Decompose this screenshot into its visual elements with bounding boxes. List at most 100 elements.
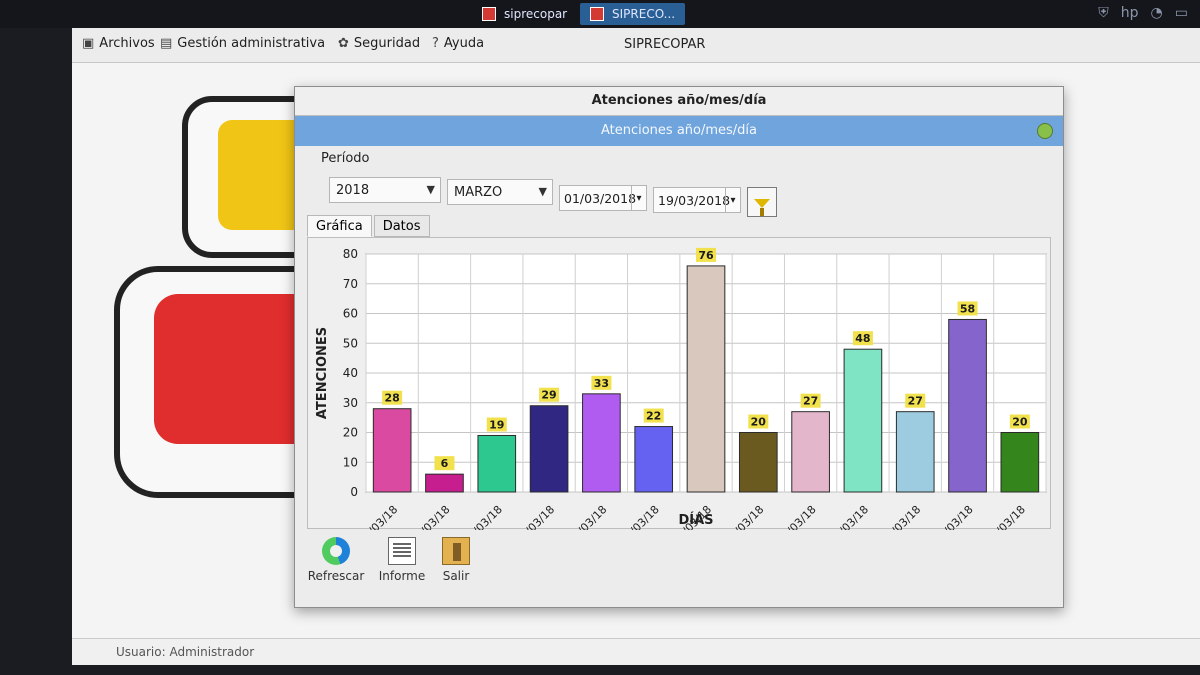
chevron-down-icon: ▼: [426, 183, 435, 196]
y-tick-label: 40: [343, 366, 358, 380]
close-icon[interactable]: [1037, 123, 1053, 139]
calendar-dropdown-icon[interactable]: ▾: [725, 188, 740, 212]
menu-seguridad[interactable]: ✿ Seguridad: [338, 36, 420, 51]
taskbar-item-label: SIPRECO...: [612, 7, 676, 21]
hp-icon: hp: [1120, 5, 1139, 21]
y-tick-label: 50: [343, 336, 358, 350]
bar-16-03-18: [1000, 432, 1040, 493]
data-label: 29: [541, 389, 556, 402]
x-tick-label: 09/03/18: [722, 503, 766, 530]
calendar-dropdown-icon[interactable]: ▾: [631, 186, 646, 210]
y-tick-label: 80: [343, 247, 358, 261]
x-tick-label: 05/03/18: [513, 503, 557, 530]
x-tick-label: 13/03/18: [827, 503, 871, 530]
data-label: 76: [698, 249, 714, 262]
x-axis-label: DÍAS: [678, 512, 713, 528]
shield-icon[interactable]: ⛨: [1098, 5, 1109, 21]
x-tick-label: 01/03/18: [356, 503, 400, 530]
refresh-button[interactable]: Refrescar: [299, 537, 373, 583]
data-label: 19: [489, 418, 504, 431]
chevron-down-icon: ▼: [538, 185, 547, 198]
bar-chart: 28 6 19 29 33 22 76 20 27 48 27 58 20 0 10 20 30 40 50 60 7…: [315, 247, 1047, 530]
y-axis-label: ATENCIONES: [315, 327, 330, 419]
bar-07-03-18: [634, 426, 674, 493]
dialog-subtitle-bar: Atenciones año/mes/día: [295, 116, 1063, 146]
bar-06-03-18: [582, 393, 621, 493]
taskbar-item-sipreco[interactable]: SIPRECO...: [580, 3, 686, 25]
x-tick-label: 06/03/18: [565, 503, 609, 530]
bar-05-03-18: [529, 405, 569, 493]
exit-icon: [442, 537, 470, 565]
data-label: 33: [594, 377, 609, 390]
battery-icon[interactable]: ▭: [1175, 5, 1188, 21]
y-tick-label: 20: [343, 426, 358, 440]
date-to-field[interactable]: 19/03/2018 ▾: [653, 187, 741, 213]
taskbar: siprecopar SIPRECO... ⛨ hp ◔ ▭: [0, 0, 1200, 28]
bar-12-03-18: [791, 411, 830, 493]
tab-label: Datos: [382, 218, 421, 234]
wifi-icon[interactable]: ◔: [1151, 5, 1163, 21]
menu-gestion-administrativa[interactable]: ▤ Gestión administrativa: [160, 36, 325, 51]
month-value: MARZO: [454, 184, 503, 200]
data-label: 28: [384, 392, 399, 405]
dialog-toolbar: Refrescar Informe Salir: [295, 531, 1063, 607]
status-user: Usuario: Administrador: [116, 645, 255, 659]
bar-14-03-18: [895, 411, 935, 493]
data-label: 6: [441, 457, 449, 470]
year-select[interactable]: 2018 ▼: [329, 177, 441, 203]
app-icon: [482, 7, 496, 21]
bar-01-03-18: [372, 408, 412, 493]
tab-grafica[interactable]: Gráfica: [307, 215, 372, 237]
taskbar-item-siprecopar[interactable]: siprecopar: [472, 3, 577, 25]
dialog-subtitle: Atenciones año/mes/día: [600, 123, 758, 138]
menu-ayuda[interactable]: ? Ayuda: [432, 36, 484, 51]
data-label: 58: [960, 302, 975, 315]
statusbar: Usuario: Administrador: [72, 638, 1200, 665]
bar-08-03-18: [686, 265, 726, 493]
atenciones-dialog: Atenciones año/mes/día Atenciones año/me…: [294, 86, 1064, 608]
tab-label: Gráfica: [316, 218, 363, 234]
chart-panel: 28 6 19 29 33 22 76 20 27 48 27 58 20 0 10 20 30 40 50 60 7…: [307, 237, 1051, 530]
y-tick-label: 70: [343, 277, 358, 291]
bar-13-03-18: [843, 348, 883, 493]
briefcase-icon: ▤: [160, 36, 173, 51]
x-tick-label: 16/03/18: [984, 503, 1028, 530]
report-icon: [388, 537, 416, 565]
month-select[interactable]: MARZO ▼: [447, 179, 553, 205]
menu-label: Gestión administrativa: [177, 36, 326, 51]
data-label: 22: [646, 410, 661, 423]
taskbar-item-label: siprecopar: [504, 7, 568, 21]
filter-button[interactable]: [747, 187, 777, 217]
menu-archivos[interactable]: ▣ Archivos: [82, 36, 155, 51]
menubar: ▣ Archivos ▤ Gestión administrativa ✿ Se…: [72, 28, 1200, 63]
refresh-label: Refrescar: [307, 569, 365, 583]
filter-icon: [754, 198, 770, 216]
x-tick-label: 03/03/18: [461, 503, 505, 530]
dialog-titlebar: Atenciones año/mes/día: [295, 87, 1063, 116]
help-icon: ?: [432, 36, 439, 51]
app-icon: [590, 7, 604, 21]
data-label: 48: [855, 332, 870, 345]
app-title: SIPRECOPAR: [624, 37, 706, 52]
data-label: 20: [751, 416, 767, 429]
bar-02-03-18: [425, 473, 464, 493]
bar-09-03-18: [738, 432, 778, 493]
system-tray: ⛨ hp ◔ ▭: [1098, 5, 1188, 21]
screen: siprecopar SIPRECO... ⛨ hp ◔ ▭ ▣ Archivo…: [0, 0, 1200, 675]
date-from-field[interactable]: 01/03/2018 ▾: [559, 185, 647, 211]
period-label: Período: [321, 151, 370, 166]
tab-datos[interactable]: Datos: [373, 215, 430, 237]
exit-label: Salir: [442, 569, 470, 583]
data-label: 27: [803, 395, 818, 408]
date-to-value: 19/03/2018: [658, 192, 731, 208]
shield-users-icon: ✿: [338, 36, 349, 51]
year-value: 2018: [336, 182, 370, 198]
y-tick-label: 10: [343, 455, 358, 469]
dialog-title: Atenciones año/mes/día: [591, 93, 767, 108]
tabs: Gráfica Datos: [307, 215, 430, 237]
x-tick-label: 15/03/18: [932, 503, 976, 530]
y-tick-label: 60: [343, 307, 358, 321]
y-tick-label: 0: [350, 485, 358, 499]
x-tick-label: 12/03/18: [775, 503, 819, 530]
exit-button[interactable]: Salir: [419, 537, 493, 583]
